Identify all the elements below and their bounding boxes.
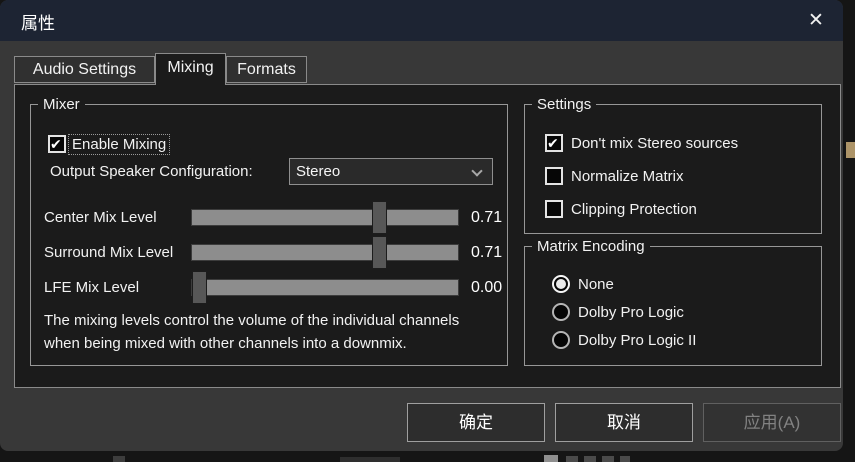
- check-icon: ✔: [50, 137, 62, 151]
- lfe-mix-slider[interactable]: [191, 279, 459, 296]
- background-window-fragment: [113, 456, 125, 462]
- dont-mix-stereo-checkbox[interactable]: ✔: [545, 134, 563, 152]
- ok-button[interactable]: 确定: [407, 403, 545, 442]
- dont-mix-stereo-label[interactable]: Don't mix Stereo sources: [571, 135, 738, 152]
- center-mix-value: 0.71: [471, 209, 531, 227]
- mixing-description-line1: The mixing levels control the volume of …: [44, 312, 459, 329]
- center-mix-label: Center Mix Level: [44, 209, 157, 226]
- radio-dot-icon: [556, 279, 566, 289]
- output-speaker-select[interactable]: Stereo: [289, 158, 493, 185]
- normalize-matrix-label[interactable]: Normalize Matrix: [571, 168, 684, 185]
- background-window-fragment: [566, 456, 578, 462]
- background-window-fragment: [846, 142, 855, 158]
- settings-group-title: Settings: [532, 96, 596, 113]
- tab-formats[interactable]: Formats: [226, 56, 307, 83]
- matrix-none-label[interactable]: None: [578, 276, 614, 293]
- background-window-fragment: [544, 455, 558, 462]
- enable-mixing-label[interactable]: Enable Mixing: [69, 135, 169, 154]
- clipping-protection-checkbox[interactable]: ✔: [545, 200, 563, 218]
- surround-mix-slider[interactable]: [191, 244, 459, 261]
- mixing-description-line2: when being mixed with other channels int…: [44, 335, 407, 352]
- center-mix-slider-handle[interactable]: [372, 201, 387, 234]
- background-window-fragment: [340, 457, 400, 462]
- apply-button: 应用(A): [703, 403, 841, 442]
- lfe-mix-label: LFE Mix Level: [44, 279, 139, 296]
- surround-mix-slider-handle[interactable]: [372, 236, 387, 269]
- surround-mix-label: Surround Mix Level: [44, 244, 173, 261]
- background-window-fragment: [620, 456, 630, 462]
- matrix-none-radio[interactable]: [552, 275, 570, 293]
- normalize-matrix-checkbox[interactable]: ✔: [545, 167, 563, 185]
- matrix-encoding-group: Matrix Encoding None Dolby Pro Logic Dol…: [524, 246, 822, 366]
- settings-group: Settings ✔ Don't mix Stereo sources ✔ No…: [524, 104, 822, 234]
- mixer-group-title: Mixer: [38, 96, 85, 113]
- output-speaker-label: Output Speaker Configuration:: [50, 163, 253, 180]
- tab-audio-settings[interactable]: Audio Settings: [14, 56, 155, 83]
- properties-dialog: 属性 ✕ Audio Settings Mixing Formats Mixer…: [0, 0, 843, 451]
- close-icon[interactable]: ✕: [802, 7, 830, 35]
- check-icon: ✔: [547, 136, 559, 150]
- cancel-button[interactable]: 取消: [555, 403, 693, 442]
- matrix-encoding-group-title: Matrix Encoding: [532, 238, 650, 255]
- window-title: 属性: [21, 9, 55, 34]
- enable-mixing-checkbox[interactable]: ✔: [48, 135, 66, 153]
- tab-mixing[interactable]: Mixing: [155, 53, 226, 85]
- matrix-dolby-pro-logic-label[interactable]: Dolby Pro Logic: [578, 304, 684, 321]
- lfe-mix-value: 0.00: [471, 279, 531, 297]
- mixer-group: Mixer ✔ Enable Mixing Output Speaker Con…: [30, 104, 508, 366]
- background-window-fragment: [584, 456, 596, 462]
- chevron-down-icon: [471, 165, 482, 176]
- titlebar[interactable]: 属性 ✕: [0, 0, 843, 41]
- tab-content-panel: Mixer ✔ Enable Mixing Output Speaker Con…: [14, 84, 841, 388]
- background-window-fragment: [602, 456, 614, 462]
- matrix-dolby-pro-logic2-radio[interactable]: [552, 331, 570, 349]
- output-speaker-value: Stereo: [296, 163, 340, 180]
- matrix-dolby-pro-logic2-label[interactable]: Dolby Pro Logic II: [578, 332, 696, 349]
- lfe-mix-slider-handle[interactable]: [192, 271, 207, 304]
- clipping-protection-label[interactable]: Clipping Protection: [571, 201, 697, 218]
- surround-mix-value: 0.71: [471, 244, 531, 262]
- center-mix-slider[interactable]: [191, 209, 459, 226]
- matrix-dolby-pro-logic-radio[interactable]: [552, 303, 570, 321]
